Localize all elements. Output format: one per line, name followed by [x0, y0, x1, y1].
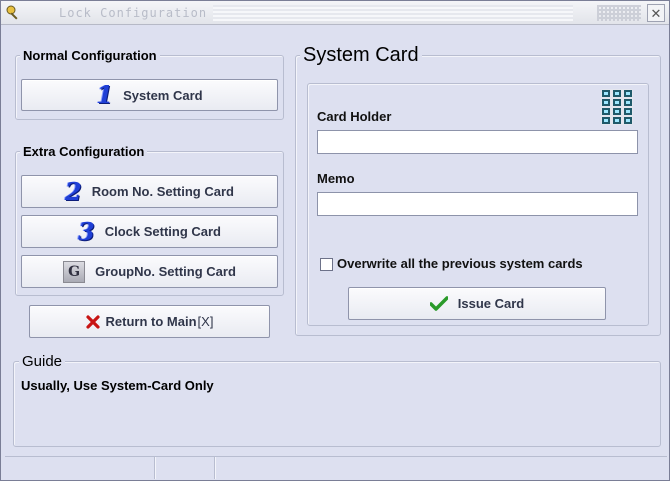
return-to-main-label: Return to Main — [105, 314, 197, 329]
system-card-panel-title: System Card — [300, 44, 422, 66]
card-holder-label: Card Holder — [317, 109, 392, 124]
room-no-setting-card-label: Room No. Setting Card — [91, 184, 234, 199]
green-check-icon — [429, 295, 448, 312]
number-3-icon: 3 — [78, 216, 95, 246]
title-bar[interactable]: Lock Configuration ✕ — [1, 1, 669, 25]
red-x-icon — [85, 314, 100, 329]
lock-configuration-window: Lock Configuration ✕ Normal Configuratio… — [0, 0, 670, 481]
return-shortcut-box-icon: [X] — [197, 314, 214, 329]
return-to-main-button[interactable]: Return to Main [X] — [29, 305, 270, 338]
keypad-icon — [601, 89, 633, 125]
clock-setting-card-label: Clock Setting Card — [104, 224, 221, 239]
extra-configuration-legend: Extra Configuration — [20, 145, 148, 159]
status-cell-1 — [5, 457, 155, 479]
letter-g-icon: G — [63, 260, 86, 283]
close-button[interactable]: ✕ — [647, 4, 665, 22]
card-holder-input[interactable] — [317, 130, 638, 154]
overwrite-checkbox-label[interactable]: Overwrite all the previous system cards — [337, 256, 583, 271]
status-cell-3 — [215, 457, 667, 479]
guide-group — [13, 361, 661, 447]
title-grip — [597, 5, 641, 21]
guide-legend: Guide — [19, 354, 66, 370]
group-no-setting-card-button[interactable]: G GroupNo. Setting Card — [21, 255, 278, 288]
number-2-icon: 2 — [65, 176, 82, 206]
close-icon: ✕ — [650, 5, 662, 21]
status-bar — [5, 456, 667, 479]
clock-setting-card-button[interactable]: 3 Clock Setting Card — [21, 215, 278, 248]
pin-icon — [5, 4, 23, 22]
status-cell-2 — [155, 457, 215, 479]
issue-card-button[interactable]: Issue Card — [348, 287, 606, 320]
system-card-button[interactable]: 1 System Card — [21, 79, 278, 111]
normal-configuration-legend: Normal Configuration — [20, 49, 160, 63]
guide-text: Usually, Use System-Card Only — [21, 378, 214, 393]
room-no-setting-card-button[interactable]: 2 Room No. Setting Card — [21, 175, 278, 208]
number-1-icon: 1 — [96, 80, 114, 109]
system-card-button-label: System Card — [123, 87, 203, 103]
issue-card-label: Issue Card — [457, 296, 525, 311]
overwrite-checkbox[interactable] — [320, 258, 333, 271]
memo-input[interactable] — [317, 192, 638, 216]
group-no-setting-card-label: GroupNo. Setting Card — [95, 264, 236, 279]
memo-label: Memo — [317, 171, 355, 186]
title-bar-decoration — [213, 5, 573, 21]
window-title: Lock Configuration — [59, 6, 208, 20]
